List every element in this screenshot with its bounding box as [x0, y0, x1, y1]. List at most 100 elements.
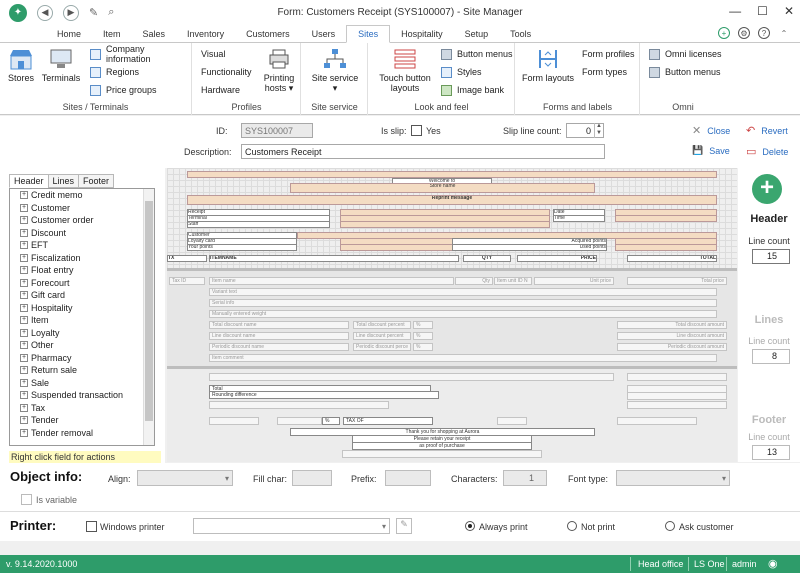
save-button[interactable]: 💾 Save	[692, 145, 730, 156]
slip-line-count-spinner[interactable]: ▲ ▼	[594, 123, 603, 138]
tax-percent-field[interactable]: %	[322, 417, 340, 425]
expand-icon[interactable]: +	[20, 378, 28, 387]
used-points-value-field[interactable]	[615, 244, 717, 251]
item-name-field[interactable]: Item name	[209, 277, 454, 285]
footer-extra-field[interactable]	[209, 401, 389, 409]
tab-users[interactable]: Users	[301, 26, 347, 42]
back-icon[interactable]: ◀	[37, 4, 53, 21]
tax-of-field[interactable]: TAX OF	[343, 417, 433, 425]
manually-entered-weight-field[interactable]: Manually entered weight	[209, 310, 717, 318]
user-text[interactable]: admin	[732, 559, 757, 569]
is-variable-checkbox[interactable]	[21, 494, 32, 505]
add-field-icon[interactable]: +	[752, 174, 782, 204]
rounding-difference-field[interactable]: Rounding difference	[209, 391, 439, 399]
expand-icon[interactable]: +	[20, 278, 28, 287]
regions-button[interactable]: Regions	[90, 65, 139, 79]
help-icon[interactable]: ?	[758, 27, 770, 39]
collapse-ribbon-icon[interactable]: ⌃	[778, 27, 790, 39]
expand-icon[interactable]: +	[20, 228, 28, 237]
periodic-discount-amount-field[interactable]: Periodic discount amount	[617, 343, 727, 351]
item-comment-field[interactable]: Item comment	[209, 354, 717, 362]
button-menus-button[interactable]: Button menus	[441, 47, 513, 61]
stores-button[interactable]: Stores	[5, 48, 37, 83]
total-discount-percent-field[interactable]: Total discount percent	[353, 321, 411, 329]
total-price-field[interactable]: Total price	[627, 277, 727, 285]
tree-item[interactable]: + Float entry	[10, 264, 154, 277]
tree-item[interactable]: + Discount	[10, 227, 154, 240]
expand-icon[interactable]: +	[20, 216, 28, 225]
font-type-dropdown[interactable]: ▾	[616, 470, 730, 486]
percent-sign-field[interactable]: %	[413, 321, 433, 329]
is-slip-checkbox[interactable]	[411, 125, 422, 136]
delete-button[interactable]: ▭ Delete	[746, 145, 788, 158]
tree-item[interactable]: + Tax	[10, 402, 154, 415]
footer-line-value-field[interactable]	[627, 373, 727, 381]
header-line-count-input[interactable]: 15	[752, 249, 790, 264]
tree-item[interactable]: + Sale	[10, 377, 154, 390]
styles-button[interactable]: Styles	[441, 65, 482, 79]
periodic-discount-percent-field[interactable]: Periodic discount perce	[353, 343, 411, 351]
line-discount-amount-field[interactable]: Line discount amount	[617, 332, 727, 340]
printer-dropdown[interactable]: ▾	[193, 518, 390, 534]
tab-home[interactable]: Home	[46, 26, 92, 42]
footer-bottom-field[interactable]	[342, 450, 542, 458]
qty-field[interactable]: Qty	[455, 277, 493, 285]
company-information-button[interactable]: Company information	[90, 44, 191, 64]
total-discount-name-field[interactable]: Total discount name	[209, 321, 349, 329]
maximize-button[interactable]: ☐	[757, 4, 768, 18]
expand-icon[interactable]: +	[20, 291, 28, 300]
tree-item[interactable]: + Pharmacy	[10, 352, 154, 365]
ls-one-text[interactable]: LS One	[694, 559, 725, 569]
ask-customer-radio[interactable]	[665, 521, 675, 531]
tab-inventory[interactable]: Inventory	[176, 26, 235, 42]
footer-line-field[interactable]	[209, 373, 614, 381]
prefix-input[interactable]	[385, 470, 431, 486]
your-points-value-field[interactable]	[340, 244, 470, 251]
search-icon[interactable]: ⌕	[108, 6, 114, 19]
forward-icon[interactable]: ▶	[63, 4, 79, 21]
tab-setup[interactable]: Setup	[454, 26, 500, 42]
tree-item[interactable]: + Forecourt	[10, 277, 154, 290]
variant-text-field[interactable]: Variant text	[209, 288, 717, 296]
tree-item[interactable]: + Item	[10, 314, 154, 327]
expand-icon[interactable]: +	[20, 341, 28, 350]
proof-of-purchase-field[interactable]: as proof of purchase	[352, 442, 532, 450]
tax-amount-field[interactable]	[497, 417, 527, 425]
expand-icon[interactable]: +	[20, 253, 28, 262]
footer-section[interactable]: Total Rounding difference % TAX OF Thank…	[167, 366, 737, 462]
expand-icon[interactable]: +	[20, 203, 28, 212]
align-dropdown[interactable]: ▾	[137, 470, 233, 486]
line-discount-name-field[interactable]: Line discount name	[209, 332, 349, 340]
expand-icon[interactable]: +	[20, 328, 28, 337]
expand-icon[interactable]: +	[20, 353, 28, 362]
expand-icon[interactable]: +	[20, 428, 28, 437]
tax-id-field[interactable]: Tax ID	[169, 277, 205, 285]
tab-customers[interactable]: Customers	[235, 26, 301, 42]
time-value-field[interactable]	[615, 215, 717, 222]
tree-item[interactable]: + Fiscalization	[10, 252, 154, 265]
tree-item[interactable]: + Return sale	[10, 364, 154, 377]
tree-item[interactable]: + Customer	[10, 202, 154, 215]
your-points-label-field[interactable]: Your points	[187, 244, 297, 251]
tx-column-field[interactable]: TX	[167, 255, 207, 262]
price-column-field[interactable]: PRICE	[517, 255, 597, 262]
expand-icon[interactable]: +	[20, 303, 28, 312]
always-print-radio[interactable]	[465, 521, 475, 531]
visual-button[interactable]: Visual	[201, 47, 225, 61]
serial-info-field[interactable]: Serial info	[209, 299, 717, 307]
image-bank-button[interactable]: Image bank	[441, 83, 504, 97]
tab-item[interactable]: Item	[92, 26, 132, 42]
expand-icon[interactable]: +	[20, 191, 28, 200]
minimize-button[interactable]: —	[729, 4, 741, 18]
close-form-button[interactable]: ✕ Close	[692, 124, 730, 137]
site-service-button[interactable]: Site service ▾	[310, 48, 360, 93]
tree-item[interactable]: + Tender removal	[10, 427, 154, 440]
tab-header[interactable]: Header	[9, 174, 49, 188]
tax-base-field[interactable]	[277, 417, 322, 425]
windows-printer-checkbox[interactable]	[86, 521, 97, 532]
item-unit-id-field[interactable]: Item unit ID N	[494, 277, 532, 285]
tree-item[interactable]: + Loyalty	[10, 327, 154, 340]
scrollbar-thumb[interactable]	[145, 201, 153, 421]
tree-item[interactable]: + Suspended transaction	[10, 389, 154, 402]
terminals-button[interactable]: Terminals	[42, 48, 80, 83]
